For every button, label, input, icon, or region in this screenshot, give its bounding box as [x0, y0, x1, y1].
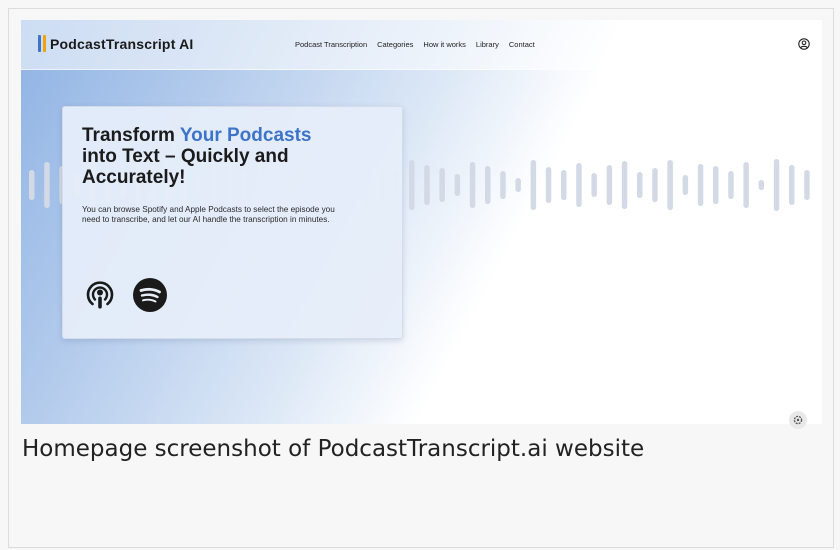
waveform-bar [682, 175, 689, 195]
waveform-bar [728, 171, 734, 199]
logo-bars-icon [38, 35, 46, 52]
hero-card: Transform Your Podcasts into Text – Quic… [62, 106, 403, 339]
waveform-bar [697, 164, 704, 206]
waveform-bar [561, 170, 567, 200]
nav-link-categories[interactable]: Categories [377, 40, 413, 49]
waveform-bar [409, 160, 415, 210]
nav-links: Podcast Transcription Categories How it … [295, 40, 535, 49]
waveform-bar [439, 168, 445, 202]
waveform-bar [530, 160, 537, 210]
waveform-bar [667, 160, 673, 210]
hero-title-end: into Text – Quickly and Accurately! [82, 146, 289, 188]
waveform-bar [29, 170, 35, 200]
nav-link-library[interactable]: Library [476, 40, 499, 49]
platform-icons [82, 277, 168, 313]
website-screenshot: PodcastTranscript AI Podcast Transcripti… [21, 20, 822, 424]
waveform-bar [637, 172, 643, 198]
waveform-bar [591, 173, 597, 197]
hero-title: Transform Your Podcasts into Text – Quic… [82, 125, 342, 188]
nav-link-how-it-works[interactable]: How it works [423, 40, 466, 49]
user-account-icon[interactable] [798, 38, 810, 50]
waveform-bar [743, 162, 749, 208]
apple-podcasts-icon[interactable] [82, 277, 118, 313]
waveform-bar [454, 174, 461, 196]
waveform-bar [758, 180, 765, 190]
waveform-bar [485, 166, 491, 204]
waveform-bar [469, 162, 476, 208]
waveform-bar [713, 166, 719, 204]
settings-gear-icon[interactable] [788, 410, 808, 430]
waveform-bar [773, 159, 780, 211]
waveform-bar [424, 165, 430, 205]
hero-description: You can browse Spotify and Apple Podcast… [82, 205, 335, 224]
figure-caption: Homepage screenshot of PodcastTranscript… [22, 436, 645, 462]
hero-title-start: Transform [82, 125, 180, 146]
waveform-bar [44, 162, 50, 208]
nav-link-contact[interactable]: Contact [509, 40, 535, 49]
waveform-bar [545, 167, 552, 203]
waveform-bar [515, 178, 521, 192]
top-navbar: PodcastTranscript AI Podcast Transcripti… [21, 20, 822, 70]
waveform-bar [621, 161, 628, 209]
brand-name: PodcastTranscript AI [50, 35, 194, 52]
waveform-bar [606, 165, 613, 205]
waveform-bar [652, 168, 658, 202]
waveform-bar [789, 165, 795, 205]
waveform-bar [576, 163, 582, 207]
brand-logo[interactable]: PodcastTranscript AI [38, 35, 194, 52]
nav-link-podcast-transcription[interactable]: Podcast Transcription [295, 40, 367, 49]
hero-title-accent: Your Podcasts [179, 125, 312, 146]
waveform-bar [804, 170, 810, 200]
spotify-icon[interactable] [132, 277, 168, 313]
waveform-bar [500, 171, 506, 199]
